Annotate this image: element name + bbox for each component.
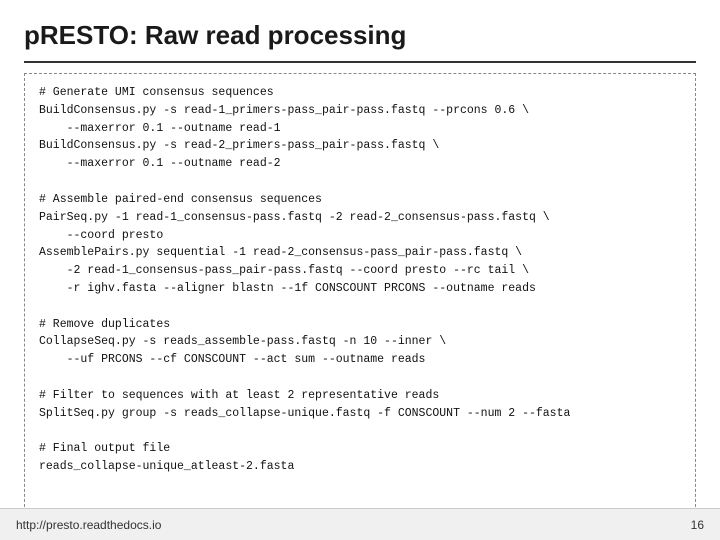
footer-page-number: 16	[691, 518, 704, 532]
comment-1: # Generate UMI consensus sequences	[39, 86, 274, 99]
slide-container: pRESTO: Raw read processing # Generate U…	[0, 0, 720, 540]
title-divider	[24, 61, 696, 63]
footer-url: http://presto.readthedocs.io	[16, 518, 161, 532]
comment-5: # Final output file	[39, 442, 170, 455]
comment-3: # Remove duplicates	[39, 318, 170, 331]
code-block: # Generate UMI consensus sequences Build…	[24, 73, 696, 532]
slide-title: pRESTO: Raw read processing	[24, 20, 696, 51]
slide-footer: http://presto.readthedocs.io 16	[0, 508, 720, 540]
comment-4: # Filter to sequences with at least 2 re…	[39, 389, 439, 402]
code-content: # Generate UMI consensus sequences Build…	[39, 84, 681, 476]
comment-2: # Assemble paired-end consensus sequence…	[39, 193, 322, 206]
